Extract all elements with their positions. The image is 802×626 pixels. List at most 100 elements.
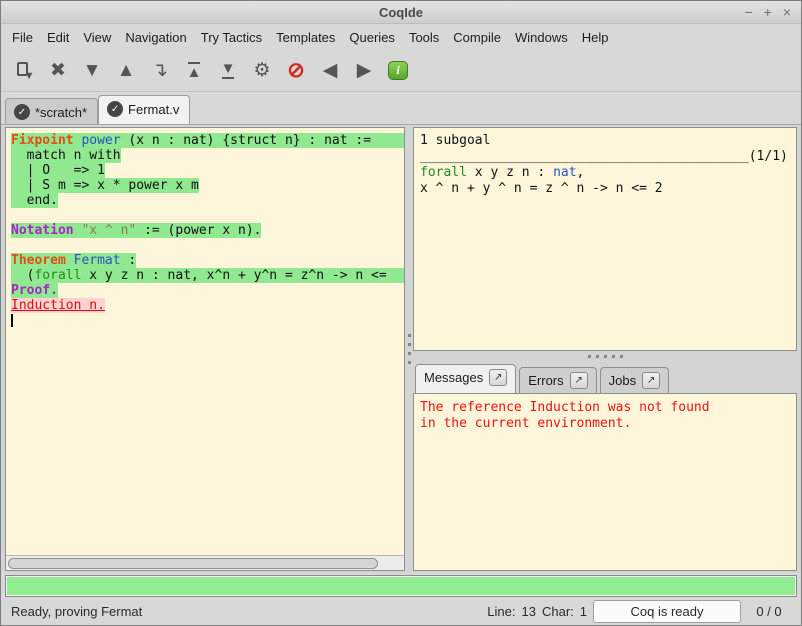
- forward-one-command-icon: ▼: [83, 61, 102, 80]
- line-value: 13: [522, 604, 536, 619]
- save-buffer-icon: ▼: [17, 62, 32, 79]
- messages-pane: The reference Induction was not foundin …: [413, 393, 797, 571]
- messages-tabbar: Messages ↗ Errors ↗ Jobs ↗: [413, 362, 797, 393]
- preferences-button[interactable]: ⚙: [245, 54, 279, 88]
- right-column: 1 subgoal_______________________________…: [413, 127, 797, 571]
- previous-occurrence-button[interactable]: ◀: [313, 54, 347, 88]
- menu-navigation[interactable]: Navigation: [118, 26, 193, 49]
- code-line: | S m => x * power x m: [11, 178, 404, 193]
- popout-arrow-icon: ↗: [494, 372, 502, 383]
- code-line: Notation "x ^ n" := (power x n).: [11, 223, 404, 238]
- menu-windows[interactable]: Windows: [508, 26, 575, 49]
- tab-fermat[interactable]: ✓ Fermat.v: [98, 95, 190, 124]
- script-editor[interactable]: Fixpoint power (x n : nat) {struct n} : …: [6, 128, 404, 555]
- toolbar: ▼ ✖ ▼ ▲ ↴ ▲ ▼ ⚙ ⊘: [1, 50, 801, 92]
- go-to-end-button[interactable]: ▼: [211, 54, 245, 88]
- text-caret: [11, 314, 13, 327]
- code-line: (forall x y z n : nat, x^n + y^n = z^n -…: [11, 268, 404, 283]
- menu-view[interactable]: View: [76, 26, 118, 49]
- code-line: 1 subgoal: [420, 133, 796, 149]
- code-line: | O => 1: [11, 163, 404, 178]
- go-to-cursor-button[interactable]: ↴: [143, 54, 177, 88]
- code-line: forall x y z n : nat,: [420, 165, 796, 181]
- char-label: Char:: [542, 604, 574, 619]
- maximize-button[interactable]: +: [764, 5, 772, 19]
- tab-messages-label: Messages: [424, 370, 483, 385]
- file-tabbar: ✓ *scratch* ✓ Fermat.v: [1, 92, 801, 124]
- tab-fermat-label: Fermat.v: [128, 102, 179, 117]
- code-line: [11, 208, 404, 223]
- popout-arrow-icon: ↗: [574, 375, 582, 386]
- interrupt-button[interactable]: ⊘: [279, 54, 313, 88]
- coq-state-indicator: Coq is ready: [593, 600, 741, 623]
- backward-one-command-icon: ▲: [117, 61, 136, 80]
- menu-file[interactable]: File: [5, 26, 40, 49]
- code-line: Proof.: [11, 283, 404, 298]
- code-line: Induction n.: [11, 298, 404, 313]
- progress-bar-fill: [7, 577, 795, 595]
- go-to-start-button[interactable]: ▲: [177, 54, 211, 88]
- go-to-end-icon: ▼: [221, 61, 236, 81]
- progress-bar: [5, 575, 797, 597]
- detach-jobs-button[interactable]: ↗: [642, 372, 660, 389]
- close-buffer-icon: ✖: [50, 61, 66, 80]
- about-info-icon: i: [388, 61, 408, 80]
- save-buffer-button[interactable]: ▼: [7, 54, 41, 88]
- code-line: [11, 238, 404, 253]
- tab-scratch[interactable]: ✓ *scratch*: [5, 98, 98, 124]
- go-to-start-icon: ▲: [187, 61, 202, 81]
- interrupt-icon: ⊘: [287, 60, 305, 81]
- popout-arrow-icon: ↗: [647, 375, 655, 386]
- window-title: CoqIde: [1, 5, 801, 20]
- code-line: end.: [11, 193, 404, 208]
- char-value: 1: [580, 604, 587, 619]
- menu-tools[interactable]: Tools: [402, 26, 446, 49]
- go-to-cursor-icon: ↴: [152, 61, 168, 80]
- tab-errors-label: Errors: [528, 373, 563, 388]
- about-button[interactable]: i: [381, 54, 415, 88]
- next-occurrence-button[interactable]: ▶: [347, 54, 381, 88]
- horizontal-splitter-handle[interactable]: [413, 351, 797, 362]
- tab-errors[interactable]: Errors ↗: [519, 367, 596, 393]
- coqide-window: CoqIde − + × File Edit View Navigation T…: [0, 0, 802, 626]
- menu-templates[interactable]: Templates: [269, 26, 342, 49]
- close-button[interactable]: ×: [783, 5, 791, 19]
- code-line: ________________________________________…: [420, 149, 796, 165]
- backward-one-command-button[interactable]: ▲: [109, 54, 143, 88]
- messages-area: Messages ↗ Errors ↗ Jobs ↗ The reference…: [413, 362, 797, 571]
- close-buffer-button[interactable]: ✖: [41, 54, 75, 88]
- main-area: Fixpoint power (x n : nat) {struct n} : …: [1, 124, 801, 573]
- code-line: match n with: [11, 148, 404, 163]
- titlebar[interactable]: CoqIde − + ×: [1, 1, 801, 24]
- goals-pane: 1 subgoal_______________________________…: [413, 127, 797, 351]
- statusbar: Ready, proving Fermat Line: 13 Char: 1 C…: [1, 598, 801, 625]
- menu-queries[interactable]: Queries: [342, 26, 402, 49]
- next-occurrence-icon: ▶: [357, 61, 372, 80]
- code-line: Fixpoint power (x n : nat) {struct n} : …: [11, 133, 404, 148]
- forward-one-command-button[interactable]: ▼: [75, 54, 109, 88]
- code-line: [11, 313, 404, 328]
- preferences-gear-icon: ⚙: [253, 61, 270, 80]
- tab-jobs-label: Jobs: [609, 373, 636, 388]
- menu-help[interactable]: Help: [575, 26, 616, 49]
- tab-jobs[interactable]: Jobs ↗: [600, 367, 669, 393]
- vertical-splitter-handle[interactable]: [405, 127, 413, 571]
- code-line: x ^ n + y ^ n = z ^ n -> n <= 2: [420, 181, 796, 197]
- menu-try-tactics[interactable]: Try Tactics: [194, 26, 269, 49]
- detach-errors-button[interactable]: ↗: [570, 372, 588, 389]
- code-line: The reference Induction was not found: [420, 400, 796, 416]
- menubar: File Edit View Navigation Try Tactics Te…: [1, 24, 801, 50]
- tab-messages[interactable]: Messages ↗: [415, 364, 516, 393]
- line-label: Line:: [487, 604, 515, 619]
- code-line: Theorem Fermat :: [11, 253, 404, 268]
- editor-horizontal-scrollbar[interactable]: [6, 555, 404, 570]
- tab-check-icon: ✓: [107, 101, 123, 117]
- menu-edit[interactable]: Edit: [40, 26, 76, 49]
- code-line: in the current environment.: [420, 416, 796, 432]
- scrollbar-thumb[interactable]: [8, 558, 378, 569]
- menu-compile[interactable]: Compile: [446, 26, 508, 49]
- tab-check-icon: ✓: [14, 104, 30, 120]
- detach-messages-button[interactable]: ↗: [489, 369, 507, 386]
- job-counter: 0 / 0: [747, 604, 791, 619]
- minimize-button[interactable]: −: [744, 5, 752, 19]
